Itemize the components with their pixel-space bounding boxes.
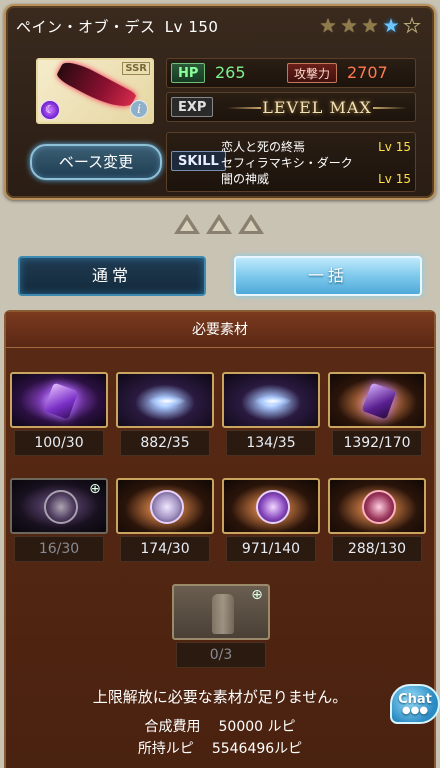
info-icon[interactable]: i (130, 100, 148, 118)
skill-name: 恋人と死の終焉 (221, 140, 306, 154)
zoom-icon[interactable]: ⊕ (248, 586, 266, 604)
material-item[interactable]: 1392/170 (328, 372, 426, 458)
material-count: 1392/170 (332, 430, 422, 456)
hp-label: HP (171, 63, 206, 83)
material-item[interactable]: 971/140 (222, 478, 320, 564)
weapon-level: 150 (188, 18, 219, 36)
skill-name: セフィラマキシ・ダーク (221, 156, 353, 170)
weapon-thumbnail[interactable]: SSR ☾ i (36, 58, 154, 124)
material-count: 0/3 (176, 642, 266, 668)
material-image (222, 372, 320, 428)
exp-row: EXP LEVEL MAX (166, 92, 416, 122)
weapon-card: ペイン・オブ・デス Lv 150 ★ ★ ★ ★ ★ SSR ☾ i ベース変更… (4, 4, 436, 200)
owned-value: 5546496ルピ (211, 741, 303, 757)
star-icon: ★ (319, 15, 337, 37)
uncap-triangle-icon (238, 214, 264, 234)
material-image (116, 372, 214, 428)
blue-star-icon: ★ (382, 15, 400, 37)
skill-row[interactable]: SKILL 恋人と死の終焉 Lv 15 セフィラマキシ・ダーク 闇の神威 Lv … (166, 132, 416, 192)
base-change-button[interactable]: ベース変更 (30, 144, 162, 180)
skill-name: 闇の神威 (221, 172, 270, 186)
uncap-triangle-icon (174, 214, 200, 234)
skill-item: セフィラマキシ・ダーク (221, 155, 411, 171)
tab-bulk[interactable]: 一括 (234, 256, 422, 296)
material-item[interactable]: ⊕ 16/30 (10, 478, 108, 564)
star-icon: ★ (361, 15, 379, 37)
star-icon: ★ (340, 15, 358, 37)
synthesis-cost: 合成費用 50000 ルピ (0, 716, 440, 736)
zoom-icon[interactable]: ⊕ (86, 480, 104, 498)
material-count: 100/30 (14, 430, 104, 456)
skill-level: Lv 15 (378, 172, 411, 186)
star-rating: ★ ★ ★ ★ ★ (318, 15, 422, 37)
skill-item: 恋人と死の終焉 Lv 15 (221, 139, 411, 155)
weapon-level-label: Lv (164, 18, 184, 36)
level-max-badge: LEVEL MAX (227, 95, 407, 121)
insufficient-materials-notice: 上限解放に必要な素材が足りません。 (92, 688, 348, 706)
weapon-title: ペイン・オブ・デス Lv 150 (16, 14, 218, 40)
material-image (328, 478, 426, 534)
material-count: 882/35 (120, 430, 210, 456)
skill-list: 恋人と死の終焉 Lv 15 セフィラマキシ・ダーク 闇の神威 Lv 15 (221, 139, 411, 187)
material-item[interactable]: 134/35 (222, 372, 320, 458)
tab-normal[interactable]: 通常 (18, 256, 206, 296)
material-count: 174/30 (120, 536, 210, 562)
atk-value: 2707 (347, 63, 388, 82)
material-count: 971/140 (226, 536, 316, 562)
material-item[interactable]: 100/30 (10, 372, 108, 458)
material-image (10, 372, 108, 428)
skill-level: Lv 15 (378, 140, 411, 154)
material-item[interactable]: 288/130 (328, 478, 426, 564)
uncap-indicator (174, 214, 264, 234)
materials-title: 必要素材 (6, 312, 434, 348)
chat-dots: ●●● (401, 705, 429, 716)
cost-value: 50000 ルピ (218, 719, 296, 735)
atk-label: 攻撃力 (287, 63, 338, 83)
material-item[interactable]: 174/30 (116, 478, 214, 564)
material-count: 134/35 (226, 430, 316, 456)
empty-star-icon: ★ (403, 15, 421, 37)
material-item[interactable]: ⊕ 0/3 (172, 584, 270, 670)
weapon-name: ペイン・オブ・デス (16, 18, 156, 36)
owned-rupie: 所持ルピ 5546496ルピ (0, 738, 440, 758)
rarity-badge: SSR (122, 62, 150, 75)
hp-atk-row: HP 265 攻撃力 2707 (166, 58, 416, 88)
material-image (222, 478, 320, 534)
material-count: 16/30 (14, 536, 104, 562)
exp-label: EXP (171, 97, 214, 117)
material-image (328, 372, 426, 428)
material-count: 288/130 (332, 536, 422, 562)
skill-label: SKILL (171, 151, 226, 171)
owned-label: 所持ルピ (137, 741, 194, 757)
chat-button[interactable]: Chat ●●● (390, 684, 440, 724)
material-item[interactable]: 882/35 (116, 372, 214, 458)
hp-value: 265 (215, 63, 246, 82)
dark-element-icon: ☾ (40, 100, 60, 120)
material-image (116, 478, 214, 534)
cost-label: 合成費用 (144, 719, 201, 735)
skill-item: 闇の神威 Lv 15 (221, 171, 411, 187)
uncap-triangle-icon (206, 214, 232, 234)
